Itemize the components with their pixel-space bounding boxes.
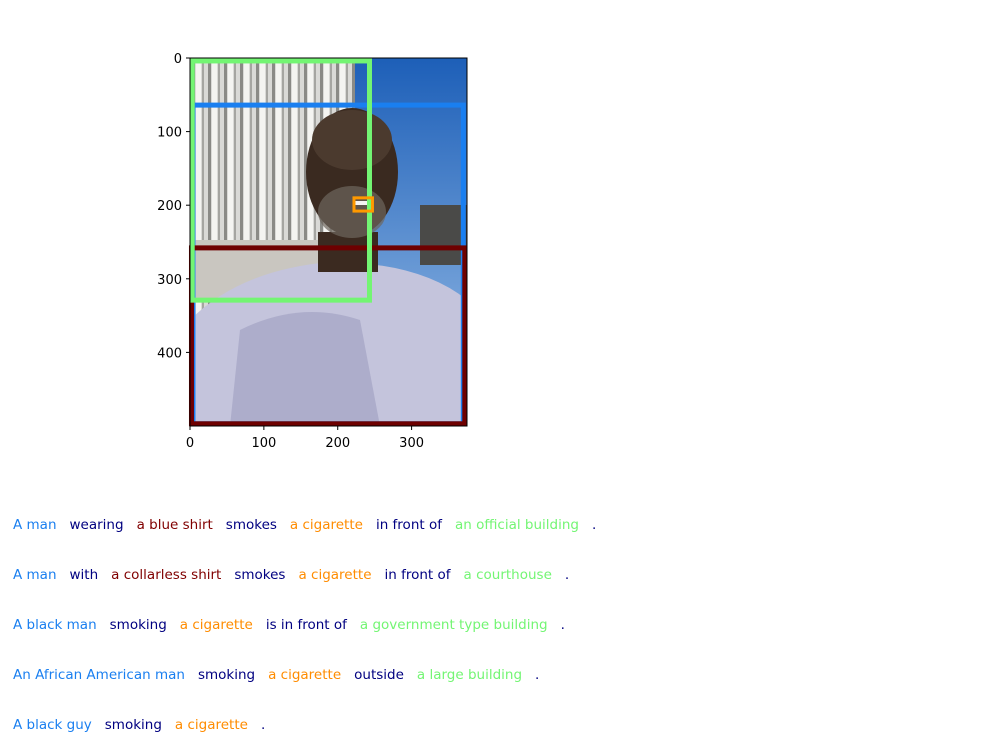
caption-phrase-verb: . <box>591 517 597 533</box>
caption-phrase-shirt: a collarless shirt <box>111 567 222 583</box>
caption-phrase-verb: . <box>535 667 540 683</box>
caption-phrase-verb: wearing <box>69 517 124 533</box>
x-tick-label: 0 <box>186 436 194 451</box>
caption-line: A black man smoking a cigarette is in front… <box>13 616 993 666</box>
caption-phrase-verb: with <box>69 567 99 583</box>
forehead <box>312 110 392 170</box>
caption-phrase-building: a large building <box>416 667 523 683</box>
caption-phrase-man: A black man <box>13 617 97 633</box>
x-tick-label: 300 <box>399 436 424 451</box>
caption-phrase-verb: . <box>560 617 565 633</box>
caption-line: A man wearing a blue shirt smokes a cigarett… <box>13 516 993 566</box>
caption-phrase-cigarette: a cigarette <box>298 567 372 583</box>
y-tick-label: 200 <box>157 199 182 214</box>
y-tick-label: 300 <box>157 273 182 288</box>
caption-phrase-man: An African American man <box>13 667 185 683</box>
caption-phrase-building: a courthouse <box>463 567 552 583</box>
x-tick-label: 100 <box>251 436 276 451</box>
y-tick-label: 0 <box>174 52 182 67</box>
caption-line: A black guy smoking a cigarette. <box>13 716 993 734</box>
caption-phrase-verb: smoking <box>109 617 167 633</box>
x-axis: 0 100 200 300 <box>186 426 424 451</box>
cigarette-shape <box>354 201 368 205</box>
caption-phrase-man: A man <box>13 517 57 533</box>
caption-phrase-man: A man <box>13 567 57 583</box>
annotated-figure: 0 100 200 300 0 100 200 300 400 <box>0 0 1000 480</box>
caption-phrase-verb: . <box>260 717 266 733</box>
caption-phrase-verb: outside <box>354 667 404 683</box>
shirt-shadow <box>230 312 380 426</box>
caption-phrase-verb: smoking <box>104 717 162 733</box>
caption-phrase-verb: smoking <box>197 667 256 683</box>
captions: A man wearing a blue shirt smokes a cigarett… <box>13 516 993 734</box>
y-tick-label: 400 <box>157 346 182 361</box>
x-tick-label: 200 <box>325 436 350 451</box>
caption-phrase-verb: is in front of <box>265 617 347 633</box>
caption-phrase-verb: in front of <box>375 517 442 533</box>
caption-phrase-verb: smokes <box>225 517 277 533</box>
caption-line: A man with a collarless shirt smokes a cigar… <box>13 566 993 616</box>
beard <box>318 186 386 238</box>
caption-phrase-cigarette: a cigarette <box>268 667 342 683</box>
figure-canvas: 0 100 200 300 0 100 200 300 400 <box>157 52 468 451</box>
caption-line: An African American man smoking a cigarett… <box>13 666 993 716</box>
caption-phrase-verb: smokes <box>234 567 286 583</box>
caption-phrase-verb: in front of <box>384 567 451 583</box>
distant-buildings <box>420 205 467 265</box>
caption-phrase-shirt: a blue shirt <box>136 517 213 533</box>
y-tick-label: 100 <box>157 126 182 141</box>
caption-phrase-building: a government type building <box>359 617 548 633</box>
caption-phrase-cigarette: a cigarette <box>289 517 363 533</box>
caption-phrase-verb: . <box>564 567 570 583</box>
photo <box>190 58 467 426</box>
caption-phrase-man: A black guy <box>13 717 92 733</box>
y-axis: 0 100 200 300 400 <box>157 52 190 361</box>
caption-phrase-cigarette: a cigarette <box>179 617 253 633</box>
caption-phrase-building: an official building <box>454 517 579 533</box>
caption-phrase-cigarette: a cigarette <box>174 717 248 733</box>
